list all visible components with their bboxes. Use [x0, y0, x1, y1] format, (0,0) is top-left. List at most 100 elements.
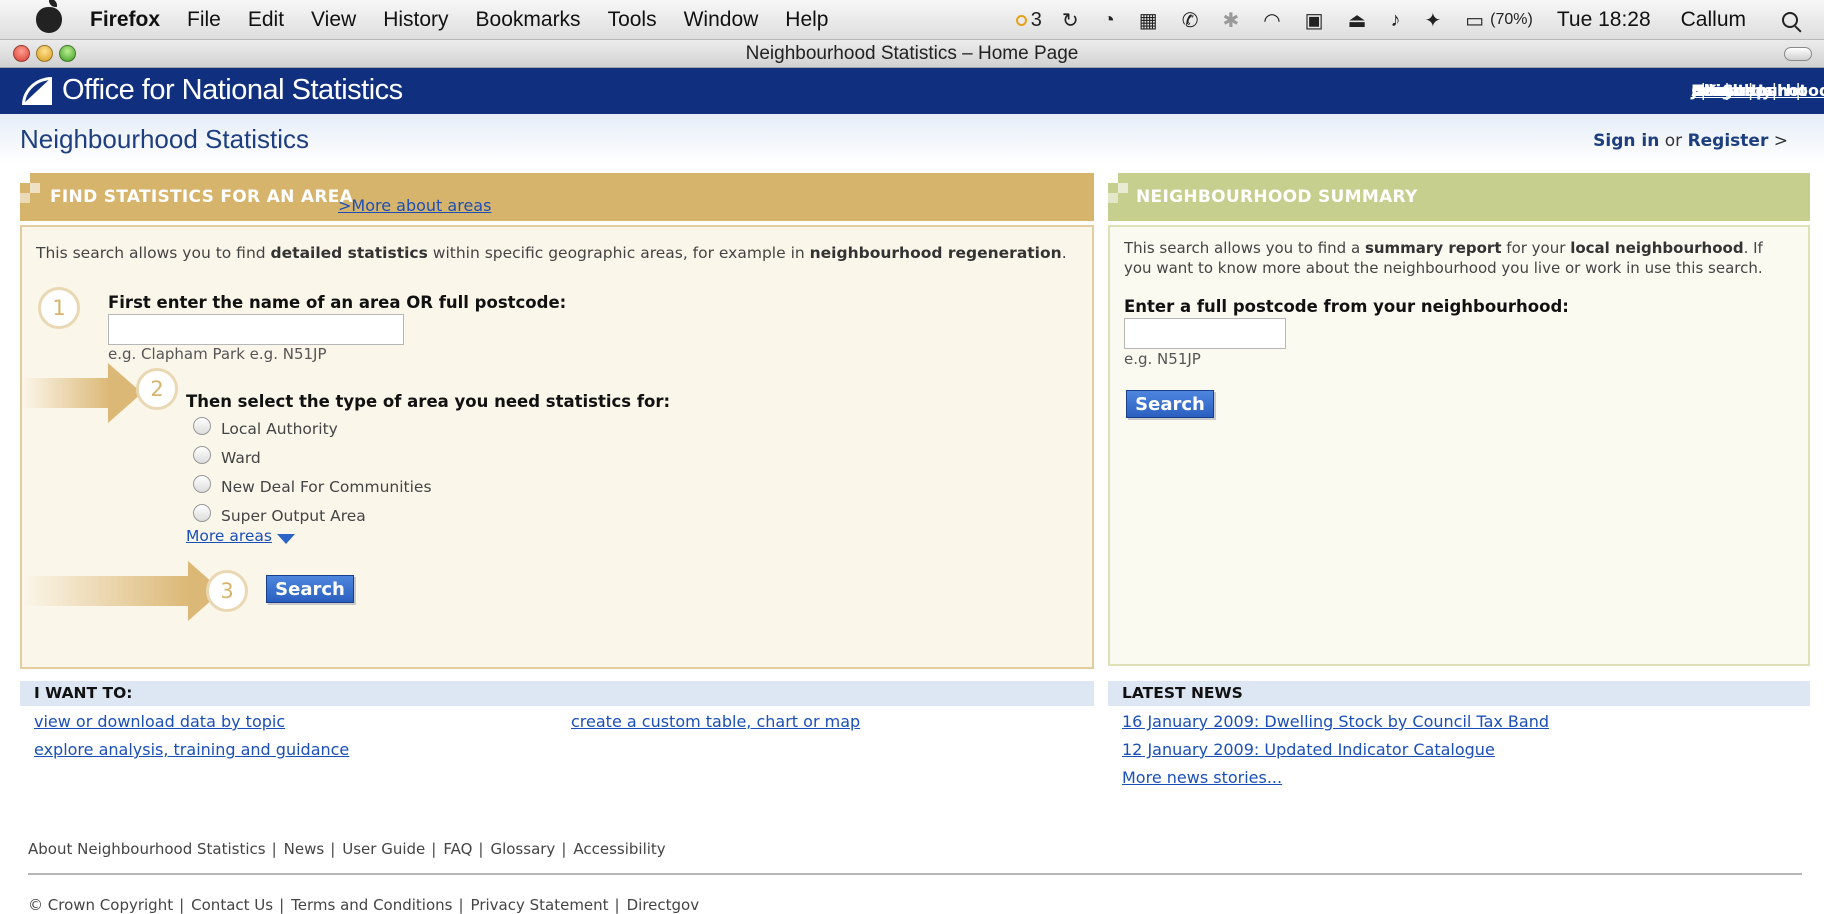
step-1-label: First enter the name of an area OR full …: [108, 293, 567, 312]
flag-uk-icon[interactable]: ✦: [1424, 8, 1441, 33]
more-areas-link[interactable]: More areas: [186, 527, 272, 545]
menu-file[interactable]: File: [187, 8, 221, 32]
menu-tools[interactable]: Tools: [608, 8, 657, 32]
footer-terms-link[interactable]: Terms and Conditions: [291, 896, 452, 914]
radio-new-deal-for-communities[interactable]: [193, 475, 211, 493]
menu-app-firefox[interactable]: Firefox: [90, 8, 160, 32]
page-heading-bar: Neighbourhood Statistics Sign in or Regi…: [0, 114, 1824, 164]
ons-site-name[interactable]: Office for National Statistics: [62, 74, 403, 107]
summary-intro-part: you want to know more about the neighbou…: [1124, 259, 1763, 277]
summary-intro-part: This search allows you to find a: [1124, 239, 1365, 257]
time-machine-icon[interactable]: ◔: [1103, 9, 1115, 32]
view-download-data-link[interactable]: view or download data by topic: [34, 712, 285, 731]
more-about-areas-link[interactable]: >More about areas: [338, 196, 491, 215]
neighbourhood-summary-panel: This search allows you to find a summary…: [1108, 225, 1810, 666]
menu-window[interactable]: Window: [684, 8, 759, 32]
bluetooth-icon[interactable]: ✱: [1222, 8, 1239, 33]
summary-search-button[interactable]: Search: [1126, 390, 1214, 418]
register-link[interactable]: Register: [1688, 131, 1769, 151]
apple-icon[interactable]: [36, 0, 62, 33]
sign-in-link[interactable]: Sign in: [1593, 131, 1659, 151]
neighbourhood-summary-header: NEIGHBOURHOOD SUMMARY: [1108, 173, 1810, 221]
header-pixel-decoration: [1108, 193, 1118, 203]
header-pixel-decoration: [1118, 183, 1128, 193]
footer-separator: |: [561, 840, 567, 858]
clock[interactable]: Tue 18:28: [1557, 8, 1651, 32]
step-3-badge: 3: [206, 570, 248, 612]
window-titlebar: Neighbourhood Statistics – Home Page: [0, 40, 1824, 68]
notification-ring-icon[interactable]: [1015, 14, 1027, 26]
account-links: Sign in or Register >: [1593, 131, 1788, 151]
find-statistics-title: FIND STATISTICS FOR AN AREA: [50, 187, 354, 207]
area-or-postcode-input[interactable]: [108, 314, 404, 345]
eject-icon[interactable]: ⏏: [1348, 8, 1367, 33]
footer-privacy-link[interactable]: Privacy Statement: [471, 896, 609, 914]
step-3-arrow-shaft: [22, 576, 190, 606]
phone-icon[interactable]: ✆: [1182, 8, 1199, 33]
notification-count[interactable]: 3: [1031, 9, 1042, 32]
news-item-link[interactable]: 16 January 2009: Dwelling Stock by Counc…: [1122, 712, 1549, 731]
footer-accessibility-link[interactable]: Accessibility: [573, 840, 665, 858]
ons-top-nav: UK Snapshot | Neighbourhood | Economy | …: [1691, 81, 1824, 101]
footer-directgov-link[interactable]: Directgov: [627, 896, 700, 914]
radio-label-local-authority[interactable]: Local Authority: [221, 420, 338, 438]
custom-table-chart-map-link[interactable]: create a custom table, chart or map: [571, 712, 860, 731]
explore-analysis-link[interactable]: explore analysis, training and guidance: [34, 740, 349, 759]
user-name[interactable]: Callum: [1681, 8, 1746, 32]
system-menubar: Firefox File Edit View History Bookmarks…: [0, 0, 1824, 40]
find-intro-part: within specific geographic areas, for ex…: [427, 244, 810, 262]
header-pixel-decoration: [20, 193, 30, 203]
footer-user-guide-link[interactable]: User Guide: [342, 840, 425, 858]
footer-copyright: © Crown Copyright: [28, 896, 174, 914]
footer-contact-link[interactable]: Contact Us: [191, 896, 273, 914]
footer-faq-link[interactable]: FAQ: [443, 840, 472, 858]
radio-label-super-output-area[interactable]: Super Output Area: [221, 507, 366, 525]
radio-ward[interactable]: [193, 446, 211, 464]
step-2-arrow-shaft: [22, 378, 110, 408]
footer-news-link[interactable]: News: [284, 840, 325, 858]
page-title: Neighbourhood Statistics: [20, 124, 310, 154]
find-intro-bold: detailed statistics: [270, 244, 428, 262]
spotlight-search-icon[interactable]: [1782, 12, 1798, 28]
header-pixel-decoration: [20, 173, 30, 183]
menu-view[interactable]: View: [311, 8, 356, 32]
more-news-link[interactable]: More news stories...: [1122, 768, 1282, 787]
summary-postcode-input[interactable]: [1124, 318, 1286, 349]
find-intro-part: .: [1061, 244, 1067, 262]
battery-icon[interactable]: ▭: [1465, 8, 1484, 33]
header-pixel-decoration: [1108, 173, 1118, 183]
register-arrow: >: [1773, 131, 1788, 151]
grid-app-icon[interactable]: ▦: [1139, 8, 1158, 33]
find-search-button[interactable]: Search: [266, 575, 354, 603]
footer-separator: |: [330, 840, 336, 858]
footer-glossary-link[interactable]: Glossary: [490, 840, 555, 858]
chevron-down-icon[interactable]: [277, 534, 295, 544]
radio-local-authority[interactable]: [193, 417, 211, 435]
toolbar-toggle-button[interactable]: [1784, 47, 1812, 61]
menu-history[interactable]: History: [383, 8, 448, 32]
footer-separator: |: [614, 896, 620, 914]
sync-icon[interactable]: ↻: [1062, 8, 1079, 33]
summary-intro-part: . If: [1743, 239, 1763, 257]
footer-separator: |: [179, 896, 185, 914]
wifi-icon[interactable]: ◠: [1263, 8, 1280, 33]
menu-bookmarks[interactable]: Bookmarks: [476, 8, 581, 32]
nav-jobs[interactable]: Jobs: [1691, 81, 1729, 100]
i-want-to-heading: I WANT TO:: [20, 681, 1094, 706]
volume-icon[interactable]: ♪: [1390, 9, 1400, 32]
menu-edit[interactable]: Edit: [248, 8, 284, 32]
radio-label-ward[interactable]: Ward: [221, 449, 261, 467]
news-item-link[interactable]: 12 January 2009: Updated Indicator Catal…: [1122, 740, 1495, 759]
display-icon[interactable]: ▣: [1305, 8, 1324, 33]
radio-label-new-deal-for-communities[interactable]: New Deal For Communities: [221, 478, 432, 496]
footer-about-link[interactable]: About Neighbourhood Statistics: [28, 840, 266, 858]
radio-super-output-area[interactable]: [193, 504, 211, 522]
header-pixel-decoration: [30, 183, 40, 193]
find-statistics-panel: This search allows you to find detailed …: [20, 225, 1094, 669]
postcode-label: Enter a full postcode from your neighbou…: [1124, 297, 1569, 316]
summary-intro-bold: summary report: [1364, 239, 1502, 257]
find-statistics-header: FIND STATISTICS FOR AN AREA >More about …: [20, 173, 1094, 221]
menu-help[interactable]: Help: [785, 8, 828, 32]
window-title: Neighbourhood Statistics – Home Page: [745, 43, 1079, 64]
step-1-badge: 1: [38, 287, 80, 329]
